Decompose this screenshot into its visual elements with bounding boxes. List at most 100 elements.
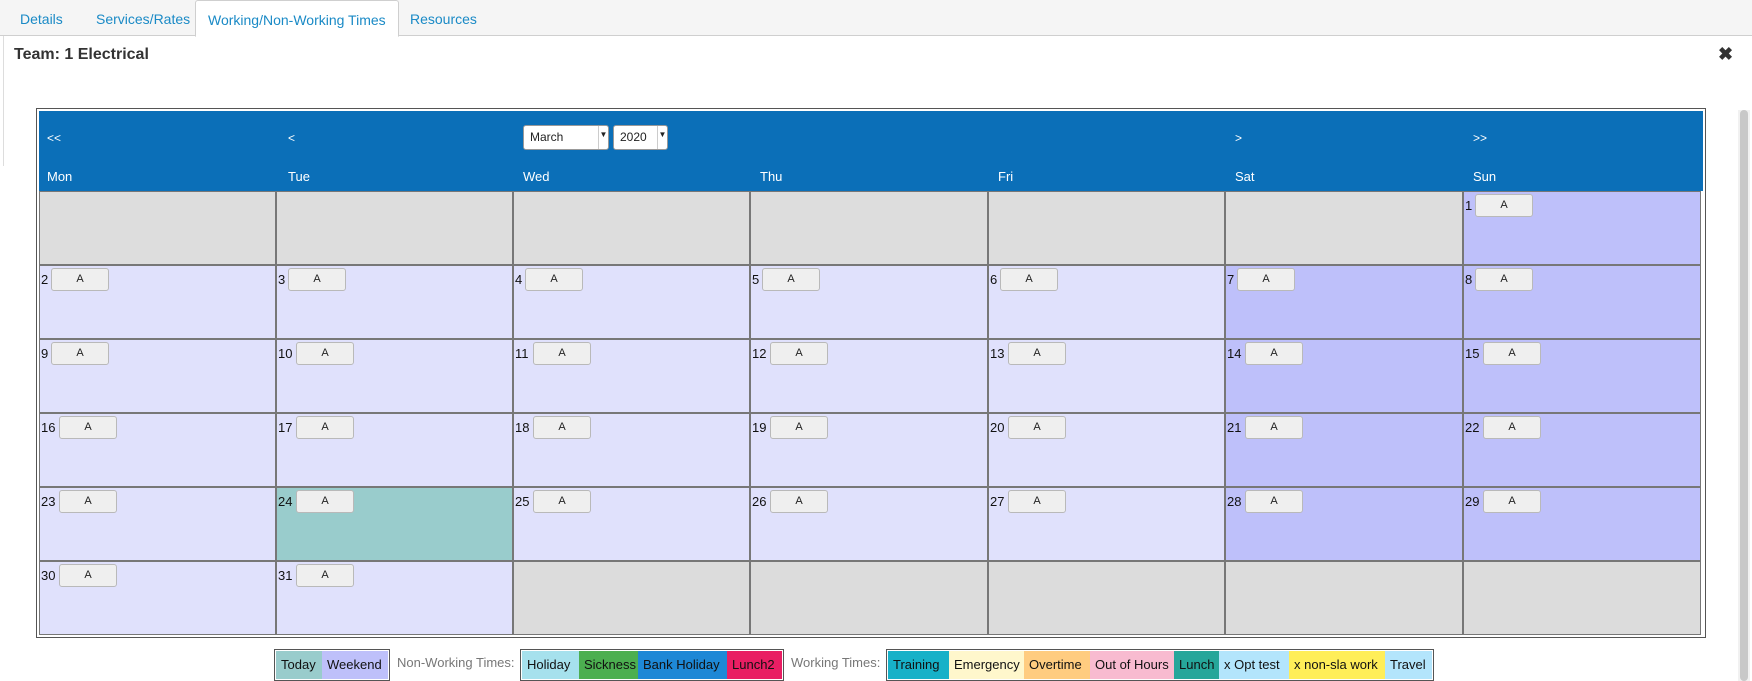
day-availability-button[interactable]: A	[533, 342, 591, 365]
calendar-day-cell: 13 A	[988, 339, 1225, 413]
day-number: 8	[1465, 272, 1473, 287]
legend-item: x Opt test	[1219, 651, 1289, 679]
calendar-cell-empty	[513, 561, 750, 635]
day-availability-button[interactable]: A	[296, 490, 354, 513]
calendar-header: << < March ▼ 2020 ▼ > >> Mon Tue Wed Thu…	[39, 111, 1703, 191]
day-availability-button[interactable]: A	[1245, 490, 1303, 513]
day-availability-button[interactable]: A	[770, 416, 828, 439]
calendar-cell-empty	[750, 191, 988, 265]
day-availability-button[interactable]: A	[533, 490, 591, 513]
last-month-button[interactable]: >>	[1473, 131, 1487, 145]
legend-item: Lunch2	[727, 651, 782, 679]
day-availability-button[interactable]: A	[770, 342, 828, 365]
day-number: 16	[41, 420, 56, 435]
first-month-button[interactable]: <<	[47, 131, 61, 145]
calendar-cell-empty	[513, 191, 750, 265]
day-availability-button[interactable]: A	[770, 490, 828, 513]
weekday-thu: Thu	[760, 169, 783, 184]
tab-details[interactable]: Details	[10, 0, 73, 36]
calendar-day-cell: 9A	[39, 339, 276, 413]
legend-item: Out of Hours	[1090, 651, 1174, 679]
day-availability-button[interactable]: A	[59, 490, 117, 513]
calendar-cell-empty	[39, 191, 276, 265]
calendar-day-cell: 23 A	[39, 487, 276, 561]
calendar-day-cell: 17 A	[276, 413, 513, 487]
day-availability-button[interactable]: A	[1000, 268, 1058, 291]
calendar-cell-empty	[988, 191, 1225, 265]
day-number: 4	[515, 272, 523, 287]
day-availability-button[interactable]: A	[533, 416, 591, 439]
day-availability-button[interactable]: A	[1237, 268, 1295, 291]
day-number: 19	[752, 420, 767, 435]
day-number: 22	[1465, 420, 1480, 435]
tab-bar: Details Services/Rates Working/Non-Worki…	[0, 0, 1752, 37]
day-availability-button[interactable]: A	[1245, 342, 1303, 365]
legend-item: Emergency	[949, 651, 1024, 679]
legend-item: x non-sla work	[1289, 651, 1385, 679]
tab-working-non-working-times[interactable]: Working/Non-Working Times	[195, 0, 399, 37]
next-month-button[interactable]: >	[1235, 131, 1242, 145]
day-availability-button[interactable]: A	[59, 564, 117, 587]
day-number: 29	[1465, 494, 1480, 509]
day-availability-button[interactable]: A	[59, 416, 117, 439]
day-number: 2	[41, 272, 49, 287]
weekday-tue: Tue	[288, 169, 310, 184]
month-select[interactable]: March ▼	[523, 125, 609, 150]
tab-services-rates[interactable]: Services/Rates	[86, 0, 200, 36]
legend-item: Today	[276, 651, 322, 679]
year-select[interactable]: 2020 ▼	[613, 125, 668, 150]
calendar-cell-empty	[988, 561, 1225, 635]
month-select-value: March	[530, 130, 564, 144]
day-availability-button[interactable]: A	[288, 268, 346, 291]
day-availability-button[interactable]: A	[762, 268, 820, 291]
legend-item: Bank Holiday	[638, 651, 727, 679]
calendar-day-cell: 18 A	[513, 413, 750, 487]
calendar-day-cell: 8A	[1463, 265, 1701, 339]
legend-item: Training	[888, 651, 949, 679]
day-availability-button[interactable]: A	[1008, 416, 1066, 439]
calendar-day-cell: 29 A	[1463, 487, 1701, 561]
chevron-down-icon: ▼	[598, 126, 608, 149]
day-availability-button[interactable]: A	[1008, 342, 1066, 365]
calendar-day-cell: 1A	[1463, 191, 1701, 265]
vertical-scrollbar[interactable]	[1738, 110, 1750, 681]
prev-month-button[interactable]: <	[288, 131, 295, 145]
day-availability-button[interactable]: A	[1475, 268, 1533, 291]
day-availability-button[interactable]: A	[296, 564, 354, 587]
tab-resources[interactable]: Resources	[400, 0, 487, 36]
day-availability-button[interactable]: A	[1483, 490, 1541, 513]
day-availability-button[interactable]: A	[1483, 416, 1541, 439]
day-availability-button[interactable]: A	[1483, 342, 1541, 365]
calendar-day-cell: 2A	[39, 265, 276, 339]
day-availability-button[interactable]: A	[296, 342, 354, 365]
legend-item: Holiday	[522, 651, 579, 679]
calendar-day-cell: 12 A	[750, 339, 988, 413]
weekday-sat: Sat	[1235, 169, 1255, 184]
legend-item: Overtime	[1024, 651, 1090, 679]
weekday-mon: Mon	[47, 169, 73, 184]
panel-border	[0, 36, 4, 166]
calendar-day-cell: 19 A	[750, 413, 988, 487]
calendar-day-cell: 28 A	[1225, 487, 1463, 561]
day-number: 18	[515, 420, 530, 435]
calendar-day-cell: 30 A	[39, 561, 276, 635]
day-availability-button[interactable]: A	[1245, 416, 1303, 439]
day-availability-button[interactable]: A	[1008, 490, 1066, 513]
day-number: 14	[1227, 346, 1242, 361]
legend-item: Travel	[1385, 651, 1432, 679]
day-number: 24	[278, 494, 293, 509]
chevron-down-icon: ▼	[657, 126, 667, 149]
calendar-day-cell: 14 A	[1225, 339, 1463, 413]
calendar-day-cell: 10 A	[276, 339, 513, 413]
day-number: 25	[515, 494, 530, 509]
day-availability-button[interactable]: A	[51, 268, 109, 291]
day-availability-button[interactable]: A	[1475, 194, 1533, 217]
day-availability-button[interactable]: A	[51, 342, 109, 365]
scrollbar-thumb[interactable]	[1740, 110, 1748, 681]
close-icon[interactable]: ✖	[1718, 44, 1733, 65]
day-availability-button[interactable]: A	[296, 416, 354, 439]
day-number: 26	[752, 494, 767, 509]
day-availability-button[interactable]: A	[525, 268, 583, 291]
calendar-day-cell: 5A	[750, 265, 988, 339]
calendar-day-cell: 21 A	[1225, 413, 1463, 487]
